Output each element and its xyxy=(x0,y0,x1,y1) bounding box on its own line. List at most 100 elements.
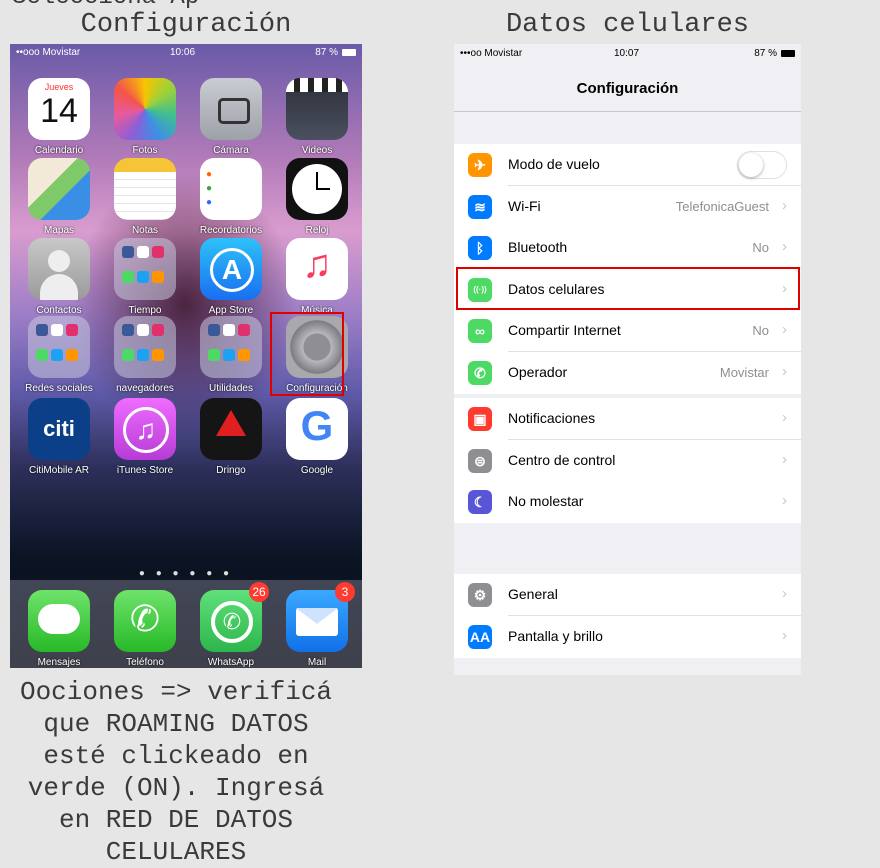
calendar-day-name: Jueves xyxy=(44,82,74,92)
app-utilities-folder[interactable]: Utilidades xyxy=(191,316,271,394)
instructions-text: Oociones => verificá que ROAMING DATOS e… xyxy=(19,677,333,867)
settings-row-icon: ▣ xyxy=(468,407,492,431)
settings-row-value: TelefonicaGuest xyxy=(675,198,769,214)
notes-icon xyxy=(114,158,176,220)
videos-icon xyxy=(286,78,348,140)
app-maps[interactable]: Mapas xyxy=(19,158,99,236)
chevron-right-icon: › xyxy=(782,321,787,338)
phone-icon: ✆ xyxy=(114,590,176,652)
settings-row-compartir-internet[interactable]: ∞ Compartir Internet No › xyxy=(454,310,801,352)
battery-label: 87 % xyxy=(315,47,338,58)
app-music[interactable]: ♫ Música xyxy=(277,238,357,316)
app-citi[interactable]: citi CitiMobile AR xyxy=(19,398,99,476)
carrier-label: •••oo Movistar xyxy=(460,48,523,59)
settings-row-icon: ᛒ xyxy=(468,236,492,260)
app-label: Tiempo xyxy=(128,305,162,316)
settings-row-icon: ✈ xyxy=(468,153,492,177)
settings-row-notificaciones[interactable]: ▣ Notificaciones › xyxy=(454,398,801,440)
app-notes[interactable]: Notas xyxy=(105,158,185,236)
settings-title: Configuración xyxy=(576,80,679,97)
settings-row-label: Operador xyxy=(508,363,568,380)
settings-row-label: No molestar xyxy=(508,493,584,509)
app-label: Dringo xyxy=(216,465,246,476)
settings-row-label: Pantalla y brillo xyxy=(508,627,603,644)
settings-row-icon: ✆ xyxy=(468,360,492,385)
app-label: Fotos xyxy=(132,145,158,156)
settings-row-value: Movistar xyxy=(719,364,769,380)
dock: Mensajes ✆ Teléfono ✆ 26 WhatsApp 3 Mail xyxy=(10,580,362,668)
chevron-right-icon: › xyxy=(782,409,787,426)
calendar-icon: Jueves 14 xyxy=(28,78,90,140)
app-label: Contactos xyxy=(36,305,82,316)
app-social-folder[interactable]: Redes sociales xyxy=(19,316,99,394)
settings-row-label: Modo de vuelo xyxy=(508,156,600,172)
settings-row-icon: AA xyxy=(468,624,492,649)
app-messages[interactable]: Mensajes xyxy=(19,590,99,668)
app-google[interactable]: G Google xyxy=(277,398,357,476)
app-videos[interactable]: Videos xyxy=(277,78,357,156)
app-whatsapp[interactable]: ✆ 26 WhatsApp xyxy=(191,582,271,668)
app-reminders[interactable]: ● ● ● Recordatorios xyxy=(191,158,271,236)
app-label: iTunes Store xyxy=(116,465,174,476)
app-label: Teléfono xyxy=(126,657,164,668)
page-indicator: ● ● ● ● ● ● xyxy=(138,568,234,579)
settings-row-bluetooth[interactable]: ᛒ Bluetooth No › xyxy=(454,227,801,269)
settings-row-label: Notificaciones xyxy=(508,410,596,426)
app-phone[interactable]: ✆ Teléfono xyxy=(105,590,185,668)
clock-label: 10:06 xyxy=(170,47,196,58)
app-label: Mensajes xyxy=(37,657,81,668)
browsers-folder-icon xyxy=(114,316,176,378)
itunes-store-icon: ♫ xyxy=(114,398,176,460)
settings-row-operador[interactable]: ✆ Operador Movistar › xyxy=(454,351,801,394)
airplane-mode-toggle[interactable] xyxy=(737,151,787,179)
app-contacts[interactable]: Contactos xyxy=(19,238,99,316)
settings-row-modo-de-vuelo[interactable]: ✈ Modo de vuelo xyxy=(454,144,801,186)
app-label: Notas xyxy=(131,225,159,236)
settings-row-general[interactable]: ⚙ General › xyxy=(454,574,801,616)
app-photos[interactable]: Fotos xyxy=(105,78,185,156)
chevron-right-icon: › xyxy=(782,492,787,509)
chevron-right-icon: › xyxy=(782,238,787,255)
app-app-store[interactable]: A App Store xyxy=(191,238,271,316)
app-camera[interactable]: Cámara xyxy=(191,78,271,156)
status-bar: ••ooo Movistar 10:06 87 % xyxy=(10,44,362,62)
weather-folder-icon xyxy=(114,238,176,300)
settings-row-wi-fi[interactable]: ≋ Wi-Fi TelefonicaGuest › xyxy=(454,185,801,228)
app-dringo[interactable]: Dringo xyxy=(191,398,271,476)
app-glyph: citi xyxy=(43,416,75,441)
clock-label: 10:07 xyxy=(614,48,640,59)
settings-row-label: Compartir Internet xyxy=(508,322,621,338)
camera-icon xyxy=(200,78,262,140)
app-clock[interactable]: Reloj xyxy=(277,158,357,236)
settings-row-no-molestar[interactable]: ☾ No molestar › xyxy=(454,481,801,523)
app-itunes-store[interactable]: ♫ iTunes Store xyxy=(105,398,185,476)
app-mail[interactable]: 3 Mail xyxy=(277,582,357,668)
battery-label: 87 % xyxy=(754,48,777,59)
app-label: CitiMobile AR xyxy=(28,465,90,476)
app-label: Cámara xyxy=(213,145,249,156)
settings-row-pantalla-y-brillo[interactable]: AA Pantalla y brillo › xyxy=(454,615,801,658)
chevron-right-icon: › xyxy=(782,626,787,644)
app-label: WhatsApp xyxy=(207,657,255,668)
settings-row-centro-de-control[interactable]: ⊜ Centro de control › xyxy=(454,439,801,482)
right-caption: Datos celulares xyxy=(505,10,750,40)
chevron-right-icon: › xyxy=(782,196,787,214)
nav-divider xyxy=(454,111,801,112)
reminders-icon: ● ● ● xyxy=(200,158,262,220)
app-label: Utilidades xyxy=(209,383,253,394)
app-calendar[interactable]: Jueves 14 Calendario xyxy=(19,78,99,156)
battery-icon xyxy=(781,50,795,57)
chevron-right-icon: › xyxy=(782,362,787,380)
settings-status-bar: •••oo Movistar 10:07 87 % xyxy=(454,44,801,64)
settings-row-icon: ∞ xyxy=(468,319,492,343)
settings-row-icon: ≋ xyxy=(468,194,492,219)
left-caption: Configuración xyxy=(80,10,292,40)
app-weather-folder[interactable]: Tiempo xyxy=(105,238,185,316)
notification-badge: 26 xyxy=(249,582,269,602)
toggle-knob xyxy=(739,153,763,177)
app-browsers-folder[interactable]: navegadores xyxy=(105,316,185,394)
social-folder-icon xyxy=(28,316,90,378)
settings-highlight-box xyxy=(270,312,344,396)
chevron-right-icon: › xyxy=(782,450,787,468)
app-label: Calendario xyxy=(34,145,84,156)
